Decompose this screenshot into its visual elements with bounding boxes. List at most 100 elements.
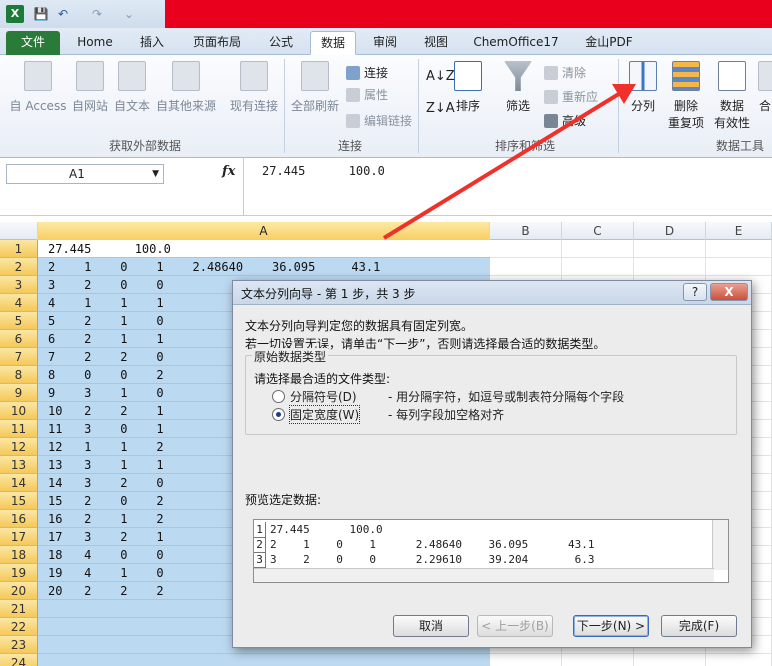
chevron-down-icon[interactable]: ▼ — [152, 165, 159, 183]
clear-filter-button[interactable]: 清除 — [544, 63, 586, 83]
close-button[interactable]: X — [710, 283, 748, 301]
row-header[interactable]: 9 — [0, 384, 38, 402]
select-all-corner[interactable] — [0, 222, 38, 240]
grid-cell[interactable] — [490, 258, 562, 276]
grid-cell[interactable] — [562, 654, 634, 666]
column-header-c[interactable]: C — [562, 222, 634, 240]
row-header[interactable]: 4 — [0, 294, 38, 312]
sort-dialog-icon — [454, 61, 482, 91]
row-header[interactable]: 5 — [0, 312, 38, 330]
customize-icon[interactable]: ⌄ — [120, 5, 138, 23]
formula-input[interactable]: 27.445 100.0 — [243, 158, 772, 216]
existing-connections-button[interactable]: 现有连接 — [226, 61, 282, 114]
filter-button[interactable]: 筛选 — [500, 61, 536, 114]
from-text-button[interactable]: 自文本 — [112, 61, 152, 114]
cell-a[interactable] — [38, 654, 490, 666]
grid-cell[interactable] — [634, 258, 706, 276]
group-separator — [418, 59, 419, 153]
row-header[interactable]: 3 — [0, 276, 38, 294]
text-to-columns-button[interactable]: 分列 — [624, 61, 662, 114]
save-icon[interactable]: 💾 — [32, 5, 50, 23]
back-button[interactable]: < 上一步(B) — [477, 615, 553, 637]
grid-cell[interactable] — [490, 240, 562, 258]
row-header[interactable]: 13 — [0, 456, 38, 474]
help-button[interactable]: ? — [683, 283, 707, 301]
column-header-b[interactable]: B — [490, 222, 562, 240]
from-access-button[interactable]: 自 Access — [8, 61, 68, 114]
tab-data[interactable]: 数据 — [310, 31, 356, 55]
fx-icon[interactable]: fx — [222, 164, 235, 179]
group-separator — [618, 59, 619, 153]
row-header[interactable]: 1 — [0, 240, 38, 258]
row-header[interactable]: 18 — [0, 546, 38, 564]
row-header[interactable]: 15 — [0, 492, 38, 510]
name-box[interactable]: A1 ▼ — [6, 164, 164, 184]
cell-a[interactable]: 27.445 100.0 — [38, 240, 490, 258]
dialog-title-bar: 文本分列向导 - 第 1 步，共 3 步 ? X — [233, 281, 751, 305]
data-preview[interactable]: 1 27.445 100.0 2 2 1 0 1 2.48640 36.095 43.… — [253, 519, 729, 583]
reapply-button[interactable]: 重新应 — [544, 87, 598, 107]
sort-button[interactable]: 排序 — [450, 61, 486, 114]
tab-home[interactable]: Home — [70, 31, 120, 55]
row-header[interactable]: 17 — [0, 528, 38, 546]
column-header-e[interactable]: E — [706, 222, 772, 240]
tab-insert[interactable]: 插入 — [128, 31, 176, 55]
undo-icon[interactable]: ↶ — [54, 5, 72, 23]
grid-cell[interactable] — [634, 654, 706, 666]
grid-cell[interactable] — [562, 258, 634, 276]
tab-view[interactable]: 视图 — [414, 31, 458, 55]
preview-vertical-scrollbar[interactable] — [712, 520, 728, 570]
row-header[interactable]: 23 — [0, 636, 38, 654]
grid-cell[interactable] — [706, 654, 772, 666]
edit-links-button[interactable]: 编辑链接 — [346, 111, 412, 131]
next-button[interactable]: 下一步(N) > — [573, 615, 649, 637]
finish-button[interactable]: 完成(F) — [661, 615, 737, 637]
remove-duplicates-button[interactable]: 删除 重复项 — [666, 61, 706, 131]
fixed-width-radio[interactable] — [272, 408, 285, 421]
row-header[interactable]: 7 — [0, 348, 38, 366]
fixed-width-label[interactable]: 固定宽度(W) — [288, 405, 361, 424]
from-other-sources-button[interactable]: 自其他来源 — [154, 61, 218, 114]
preview-row-number: 2 — [254, 537, 266, 553]
column-header-d[interactable]: D — [634, 222, 706, 240]
refresh-all-button[interactable]: 全部刷新 — [288, 61, 342, 114]
row-header[interactable]: 22 — [0, 618, 38, 636]
column-header-a[interactable]: A — [38, 222, 490, 240]
row-header[interactable]: 10 — [0, 402, 38, 420]
grid-cell[interactable] — [706, 258, 772, 276]
grid-cell[interactable] — [490, 654, 562, 666]
delimited-radio[interactable] — [272, 390, 285, 403]
row-header[interactable]: 2 — [0, 258, 38, 276]
grid-cell[interactable] — [562, 240, 634, 258]
consolidate-button[interactable]: 合 — [758, 61, 772, 114]
tab-file[interactable]: 文件 — [6, 31, 60, 55]
tab-chemoffice[interactable]: ChemOffice17 — [466, 31, 566, 55]
cancel-button[interactable]: 取消 — [393, 615, 469, 637]
tab-page-layout[interactable]: 页面布局 — [184, 31, 250, 55]
preview-horizontal-scrollbar[interactable] — [254, 568, 714, 582]
tab-review[interactable]: 审阅 — [362, 31, 408, 55]
row-header[interactable]: 20 — [0, 582, 38, 600]
data-validation-button[interactable]: 数据 有效性 — [708, 61, 756, 131]
row-header[interactable]: 24 — [0, 654, 38, 666]
text-to-columns-dialog: 文本分列向导 - 第 1 步，共 3 步 ? X 文本分列向导判定您的数据具有固… — [232, 280, 752, 648]
row-header[interactable]: 16 — [0, 510, 38, 528]
from-web-button[interactable]: 自网站 — [70, 61, 110, 114]
advanced-filter-button[interactable]: 高级 — [544, 111, 586, 131]
properties-button[interactable]: 属性 — [346, 85, 388, 105]
tab-formulas[interactable]: 公式 — [258, 31, 304, 55]
grid-cell[interactable] — [634, 240, 706, 258]
grid-cell[interactable] — [706, 240, 772, 258]
row-header[interactable]: 19 — [0, 564, 38, 582]
row-header[interactable]: 11 — [0, 420, 38, 438]
cell-a[interactable]: 2 1 0 1 2.48640 36.095 43.1 — [38, 258, 490, 276]
tab-wps-pdf[interactable]: 金山PDF — [574, 31, 644, 55]
connections-button[interactable]: 连接 — [346, 63, 388, 83]
delimited-label[interactable]: 分隔符号(D) — [290, 388, 357, 405]
row-header[interactable]: 6 — [0, 330, 38, 348]
row-header[interactable]: 8 — [0, 366, 38, 384]
redo-icon[interactable]: ↷ — [88, 5, 106, 23]
row-header[interactable]: 12 — [0, 438, 38, 456]
row-header[interactable]: 21 — [0, 600, 38, 618]
row-header[interactable]: 14 — [0, 474, 38, 492]
